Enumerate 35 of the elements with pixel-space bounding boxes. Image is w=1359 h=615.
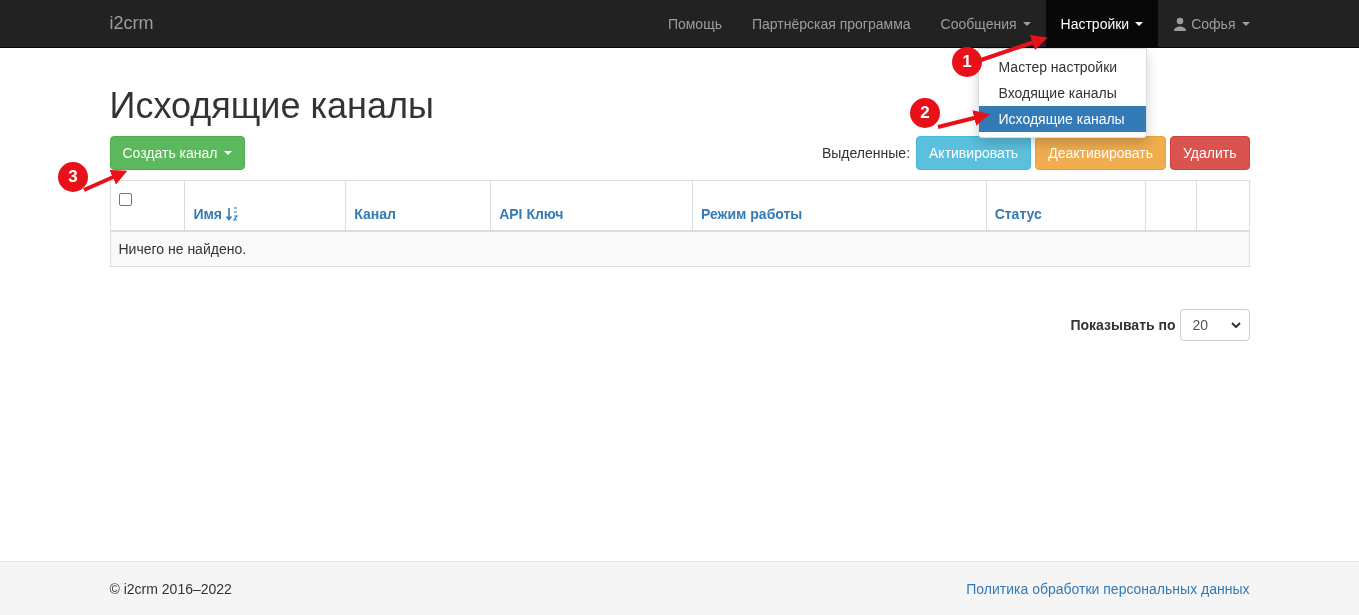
step-number-badge: 1 xyxy=(952,47,982,77)
page-title: Исходящие каналы xyxy=(109,86,434,126)
annotation-arrow xyxy=(83,169,128,192)
select-all-checkbox[interactable] xyxy=(118,193,132,206)
column-sort-link[interactable]: API Ключ xyxy=(499,205,564,222)
page-size-label: Показывать по xyxy=(1070,317,1176,333)
copyright-text: © i2crm 2016–2022 xyxy=(109,580,232,597)
caret-icon xyxy=(1241,21,1250,26)
step-number-badge: 2 xyxy=(910,98,940,128)
step-number-badge: 3 xyxy=(58,162,88,192)
dropdown-item[interactable]: Входящие каналы xyxy=(978,80,1146,106)
page-size-select[interactable]: 20 xyxy=(1179,309,1250,341)
column-sort-link[interactable]: Имя xyxy=(193,205,223,222)
caret-icon xyxy=(1135,21,1144,26)
annotation-arrow xyxy=(937,110,990,129)
nav-item[interactable]: Софья xyxy=(1158,0,1265,47)
column-sort-link[interactable]: Статус xyxy=(994,205,1042,222)
privacy-policy-link[interactable]: Политика обработки персональных данных xyxy=(966,580,1250,597)
nav-item[interactable]: Сообщения xyxy=(925,0,1046,47)
annotation-arrow xyxy=(980,35,1048,62)
caret-icon xyxy=(1022,21,1031,26)
brand-link[interactable]: i2crm xyxy=(109,0,154,47)
dropdown-item[interactable]: Исходящие каналы xyxy=(978,106,1146,132)
chevron-down-icon xyxy=(1230,322,1241,328)
user-icon xyxy=(1173,16,1188,31)
action-button[interactable]: Удалить xyxy=(1170,136,1250,170)
empty-message: Ничего не найдено. xyxy=(110,230,1249,267)
nav-item[interactable]: Настройки xyxy=(1045,0,1159,47)
create-channel-button[interactable]: Создать канал xyxy=(109,136,245,170)
nav-item[interactable]: Партнёрская программа xyxy=(736,0,926,47)
nav-item[interactable]: Помощь xyxy=(652,0,737,47)
selected-label: Выделенные: xyxy=(821,145,910,161)
column-sort-link[interactable]: Режим работы xyxy=(700,205,803,222)
column-sort-link[interactable]: Канал xyxy=(354,205,396,222)
caret-icon xyxy=(223,151,232,155)
